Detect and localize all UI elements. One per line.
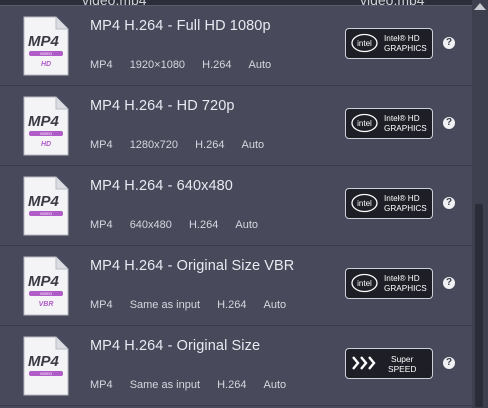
profile-title: MP4 H.264 - 640x480 [90,178,233,194]
mp4-file-icon: MP4 VIDEO [23,176,69,236]
badge-text: Intel® HD GRAPHICS [384,34,427,54]
intel-hd-graphics-badge: intel Intel® HD GRAPHICS [345,28,433,59]
intel-logo-text: intel [357,199,372,208]
spec-bitrate: Auto [241,139,265,151]
profile-title: MP4 H.264 - Full HD 1080p [90,18,271,34]
badge-line1: Super [391,354,414,364]
spec-container: MP4 [90,139,113,151]
spec-container: MP4 [90,379,113,391]
icon-sub-text: HD [41,141,51,148]
icon-video-band: VIDEO [40,291,52,296]
spec-codec: H.264 [195,139,225,151]
intel-hd-graphics-badge: intel Intel® HD GRAPHICS [345,188,433,219]
spec-resolution: 1280x720 [129,139,179,151]
mp4-file-icon: MP4 VIDEO VBR [23,256,69,316]
profile-row[interactable]: MP4 VIDEO VBR MP4 H.264 - Original Size … [0,246,472,326]
spec-resolution: Same as input [129,299,201,311]
profile-specs: MP4 1920×1080 H.264 Auto [90,59,285,71]
scroll-up-arrow-icon[interactable] [474,3,486,10]
intel-logo-text: intel [357,279,372,288]
profile-specs: MP4 1280x720 H.264 Auto [90,139,278,151]
spec-resolution: 1920×1080 [129,59,186,71]
spec-bitrate: Auto [263,299,287,311]
spec-codec: H.264 [217,379,247,391]
spec-codec: H.264 [188,219,219,231]
intel-logo-text: intel [357,119,372,128]
icon-sub-text: HD [41,61,51,68]
badge-line2: GRAPHICS [384,44,427,53]
help-icon[interactable]: ? [443,357,455,369]
spec-resolution: Same as input [129,379,201,391]
icon-mp4-text: MP4 [28,353,60,370]
icon-video-band: VIDEO [40,371,52,376]
icon-video-band: VIDEO [40,51,52,56]
badge-line2: SPEED [388,364,417,374]
help-icon[interactable]: ? [443,197,455,209]
profile-title: MP4 H.264 - Original Size [90,338,261,354]
profile-list: MP4 VIDEO HD MP4 H.264 - Full HD 1080p M… [0,5,472,408]
icon-video-band: VIDEO [40,131,52,136]
badge-line1: Intel® HD [384,194,420,203]
spec-codec: H.264 [202,59,232,71]
icon-mp4-text: MP4 [28,273,60,290]
badge-text: Intel® HD GRAPHICS [384,194,427,214]
icon-mp4-text: MP4 [28,193,60,210]
spec-codec: H.264 [217,299,247,311]
superspeed-badge: Super SPEED [345,348,433,379]
profile-row[interactable]: MP4 VIDEO MP4 H.264 - 640x480 MP4 640x48… [0,166,472,246]
help-icon[interactable]: ? [443,277,455,289]
profile-row[interactable]: MP4 VIDEO HD MP4 H.264 - Full HD 1080p M… [0,6,472,86]
mp4-file-icon: MP4 VIDEO [23,336,69,396]
help-icon[interactable]: ? [443,37,455,49]
profile-title: MP4 H.264 - Original Size VBR [90,258,295,274]
badge-text: Intel® HD GRAPHICS [384,274,427,294]
help-icon[interactable]: ? [443,117,455,129]
badge-text: Intel® HD GRAPHICS [384,114,427,134]
intel-logo-icon: intel [351,33,378,53]
icon-mp4-text: MP4 [28,113,60,130]
intel-logo-icon: intel [351,193,378,213]
badge-text: Super SPEED [388,354,416,374]
icon-mp4-text: MP4 [28,33,60,50]
intel-logo-text: intel [357,39,372,48]
spec-bitrate: Auto [235,219,259,231]
mp4-file-icon: MP4 VIDEO HD [23,96,69,156]
spec-resolution: 640x480 [129,219,172,231]
spec-container: MP4 [90,299,113,311]
icon-sub-text: VBR [39,301,54,308]
chevrons-icon [352,356,376,370]
intel-hd-graphics-badge: intel Intel® HD GRAPHICS [345,108,433,139]
spec-container: MP4 [90,219,113,231]
spec-bitrate: Auto [263,379,287,391]
profile-specs: MP4 640x480 H.264 Auto [90,219,272,231]
profile-row[interactable]: MP4 VIDEO MP4 H.264 - Original Size MP4 … [0,326,472,406]
scrollbar-thumb[interactable] [475,204,483,407]
profile-specs: MP4 Same as input H.264 Auto [90,379,300,391]
icon-video-band: VIDEO [40,211,52,216]
mp4-file-icon: MP4 VIDEO HD [23,16,69,76]
badge-line2: GRAPHICS [384,284,427,293]
badge-line1: Intel® HD [384,274,420,283]
intel-logo-icon: intel [351,113,378,133]
spec-bitrate: Auto [248,59,272,71]
intel-hd-graphics-badge: intel Intel® HD GRAPHICS [345,268,433,299]
profile-row[interactable]: MP4 VIDEO HD MP4 H.264 - HD 720p MP4 128… [0,86,472,166]
badge-line1: Intel® HD [384,114,420,123]
intel-logo-icon: intel [351,273,378,293]
spec-container: MP4 [90,59,113,71]
badge-line2: GRAPHICS [384,204,427,213]
badge-line2: GRAPHICS [384,124,427,133]
profile-specs: MP4 Same as input H.264 Auto [90,299,300,311]
badge-line1: Intel® HD [384,34,420,43]
profile-title: MP4 H.264 - HD 720p [90,98,235,114]
